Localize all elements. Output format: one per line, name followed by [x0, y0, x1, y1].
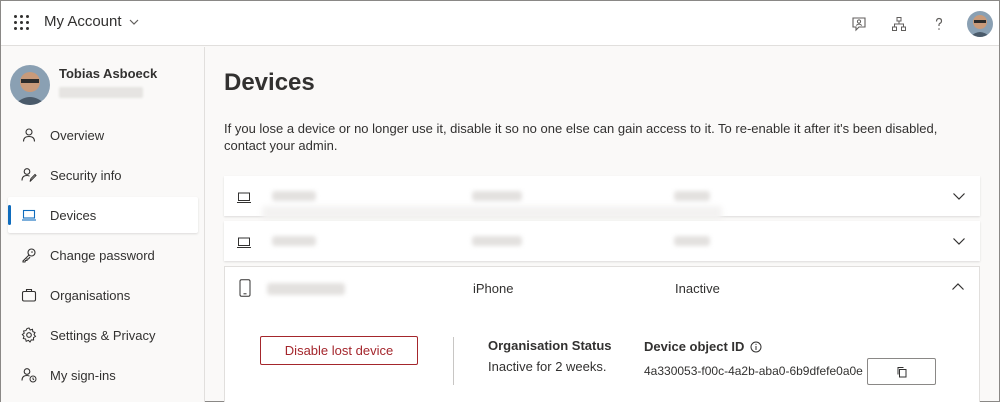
- device-status: Inactive: [675, 281, 720, 296]
- sidebar-item-label: My sign-ins: [50, 367, 116, 383]
- top-bar: My Account: [1, 1, 999, 46]
- org-status-label: Organisation Status: [488, 338, 612, 353]
- copy-button[interactable]: [867, 358, 936, 385]
- security-info-icon: [21, 168, 37, 182]
- chevron-up-icon[interactable]: [951, 280, 965, 294]
- device-row[interactable]: [224, 221, 980, 261]
- sidebar-item-label: Change password: [50, 247, 155, 263]
- laptop-icon: [237, 192, 251, 203]
- divider: [453, 337, 454, 385]
- chevron-down-icon: [129, 19, 138, 25]
- chevron-down-icon[interactable]: [952, 189, 966, 203]
- redacted-device-status: [674, 236, 710, 246]
- redacted-device-name: [272, 191, 316, 201]
- device-object-id-value: 4a330053-f00c-4a2b-aba0-6b9dfefe0a0e: [644, 364, 863, 378]
- sidebar-nav: Overview Security info Devices Change pa…: [8, 117, 198, 397]
- sidebar-item-change-password[interactable]: Change password: [8, 237, 198, 273]
- sidebar-item-devices[interactable]: Devices: [8, 197, 198, 233]
- org-status-value: Inactive for 2 weeks.: [488, 359, 607, 374]
- gear-icon: [21, 327, 37, 343]
- redacted-device-os: [472, 191, 522, 201]
- device-object-id-label-group: Device object ID: [644, 339, 762, 354]
- sidebar-item-security-info[interactable]: Security info: [8, 157, 198, 193]
- chevron-down-icon[interactable]: [952, 234, 966, 248]
- redacted-device-name: [272, 236, 316, 246]
- sidebar-item-label: Settings & Privacy: [50, 327, 156, 343]
- page-title: Devices: [224, 69, 315, 96]
- app-title-menu[interactable]: My Account: [44, 13, 140, 30]
- device-model: iPhone: [473, 281, 514, 296]
- feedback-icon[interactable]: [839, 1, 879, 46]
- sidebar-item-label: Security info: [50, 167, 122, 183]
- sidebar-item-settings-privacy[interactable]: Settings & Privacy: [8, 317, 198, 353]
- device-row[interactable]: [224, 176, 980, 220]
- phone-icon: [239, 279, 251, 297]
- profile-name: Tobias Asboeck: [59, 66, 158, 81]
- page-description: If you lose a device or no longer use it…: [224, 121, 938, 153]
- sidebar-item-label: Overview: [50, 127, 105, 143]
- avatar: [10, 65, 50, 105]
- device-object-id-label: Device object ID: [644, 339, 745, 354]
- sidebar-item-label: Organisations: [50, 287, 131, 303]
- info-icon[interactable]: [750, 341, 762, 353]
- sidebar-item-organisations[interactable]: Organisations: [8, 277, 198, 313]
- redacted-device-name: [267, 283, 345, 295]
- key-icon: [22, 248, 36, 263]
- briefcase-icon: [21, 288, 37, 302]
- main-content: Devices If you lose a device or no longe…: [206, 47, 999, 402]
- sign-ins-icon: [21, 368, 37, 383]
- app-title: My Account: [44, 13, 122, 30]
- sidebar-item-label: Devices: [50, 207, 97, 223]
- redacted-device-os: [472, 236, 522, 246]
- sidebar-item-overview[interactable]: Overview: [8, 117, 198, 153]
- help-icon[interactable]: [919, 1, 959, 46]
- account-avatar[interactable]: [967, 10, 993, 37]
- redacted-overlay: [262, 206, 722, 220]
- device-row-expanded: iPhone Inactive Disable lost device Orga…: [224, 266, 980, 402]
- profile-email-redacted: [59, 87, 143, 98]
- person-icon: [22, 128, 36, 142]
- app-launcher-icon[interactable]: [14, 15, 30, 31]
- disable-lost-device-button[interactable]: Disable lost device: [260, 336, 418, 365]
- profile-card: Tobias Asboeck: [10, 65, 157, 105]
- copy-icon: [897, 366, 906, 377]
- laptop-icon: [22, 209, 36, 221]
- sidebar-item-my-sign-ins[interactable]: My sign-ins: [8, 357, 198, 393]
- laptop-icon: [237, 237, 251, 248]
- sidebar: Tobias Asboeck Overview Security info De…: [1, 47, 205, 402]
- redacted-device-status: [674, 191, 710, 201]
- organization-icon[interactable]: [879, 1, 919, 46]
